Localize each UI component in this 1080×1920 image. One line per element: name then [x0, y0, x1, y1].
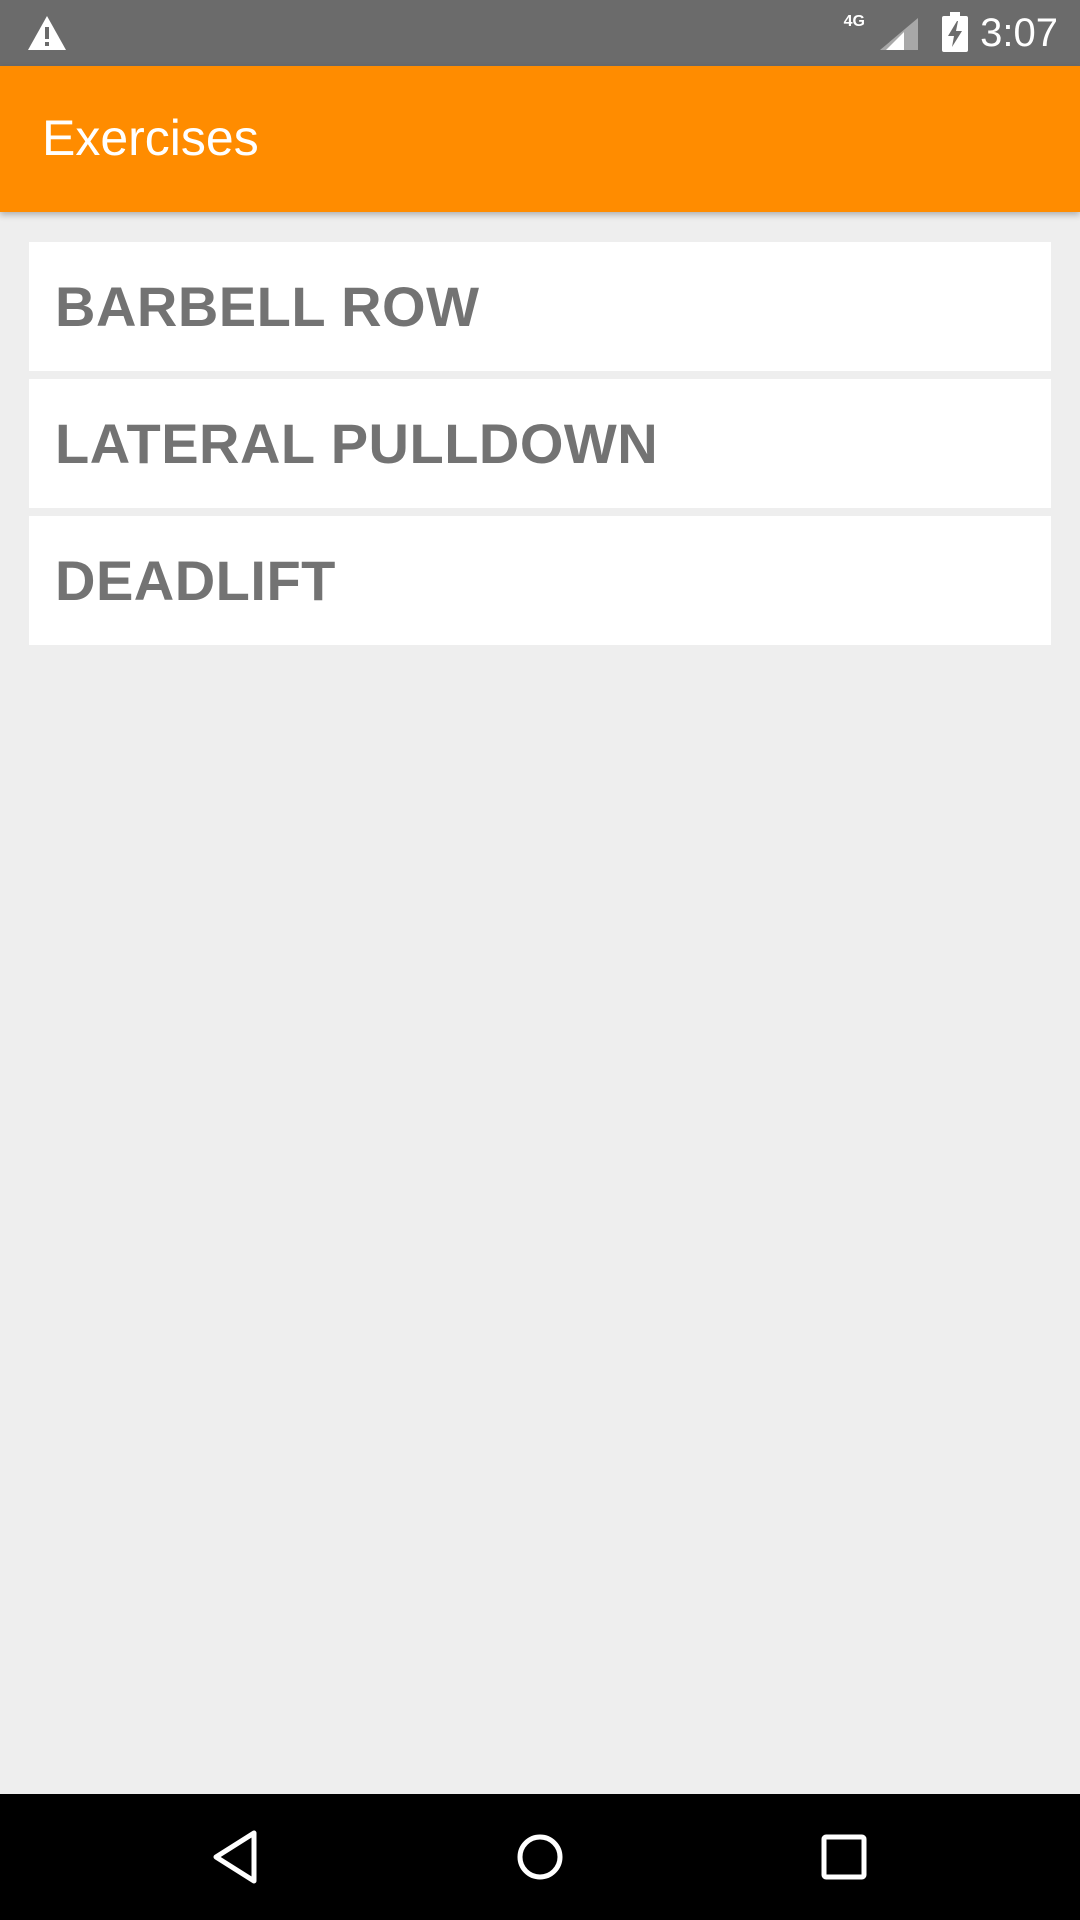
warning-icon — [28, 16, 66, 50]
exercise-item-deadlift[interactable]: DEADLIFT — [29, 516, 1051, 645]
app-bar: Exercises — [0, 66, 1080, 212]
exercise-label: LATERAL PULLDOWN — [55, 412, 659, 475]
exercise-item-barbell-row[interactable]: BARBELL ROW — [29, 242, 1051, 371]
status-bar: 4G 3:07 — [0, 0, 1080, 66]
exercise-label: BARBELL ROW — [55, 275, 480, 338]
navigation-bar — [0, 1794, 1080, 1920]
exercise-label: DEADLIFT — [55, 549, 336, 612]
page-title: Exercises — [42, 110, 259, 166]
exercise-item-lateral-pulldown[interactable]: LATERAL PULLDOWN — [29, 379, 1051, 508]
back-icon[interactable] — [204, 1825, 268, 1889]
home-icon[interactable] — [508, 1825, 572, 1889]
recents-icon[interactable] — [812, 1825, 876, 1889]
signal-icon — [880, 18, 918, 50]
network-type-label: 4G — [843, 13, 865, 30]
exercise-list: BARBELL ROW LATERAL PULLDOWN DEADLIFT — [29, 242, 1051, 653]
battery-charging-icon — [942, 12, 968, 52]
clock: 3:07 — [980, 11, 1058, 55]
